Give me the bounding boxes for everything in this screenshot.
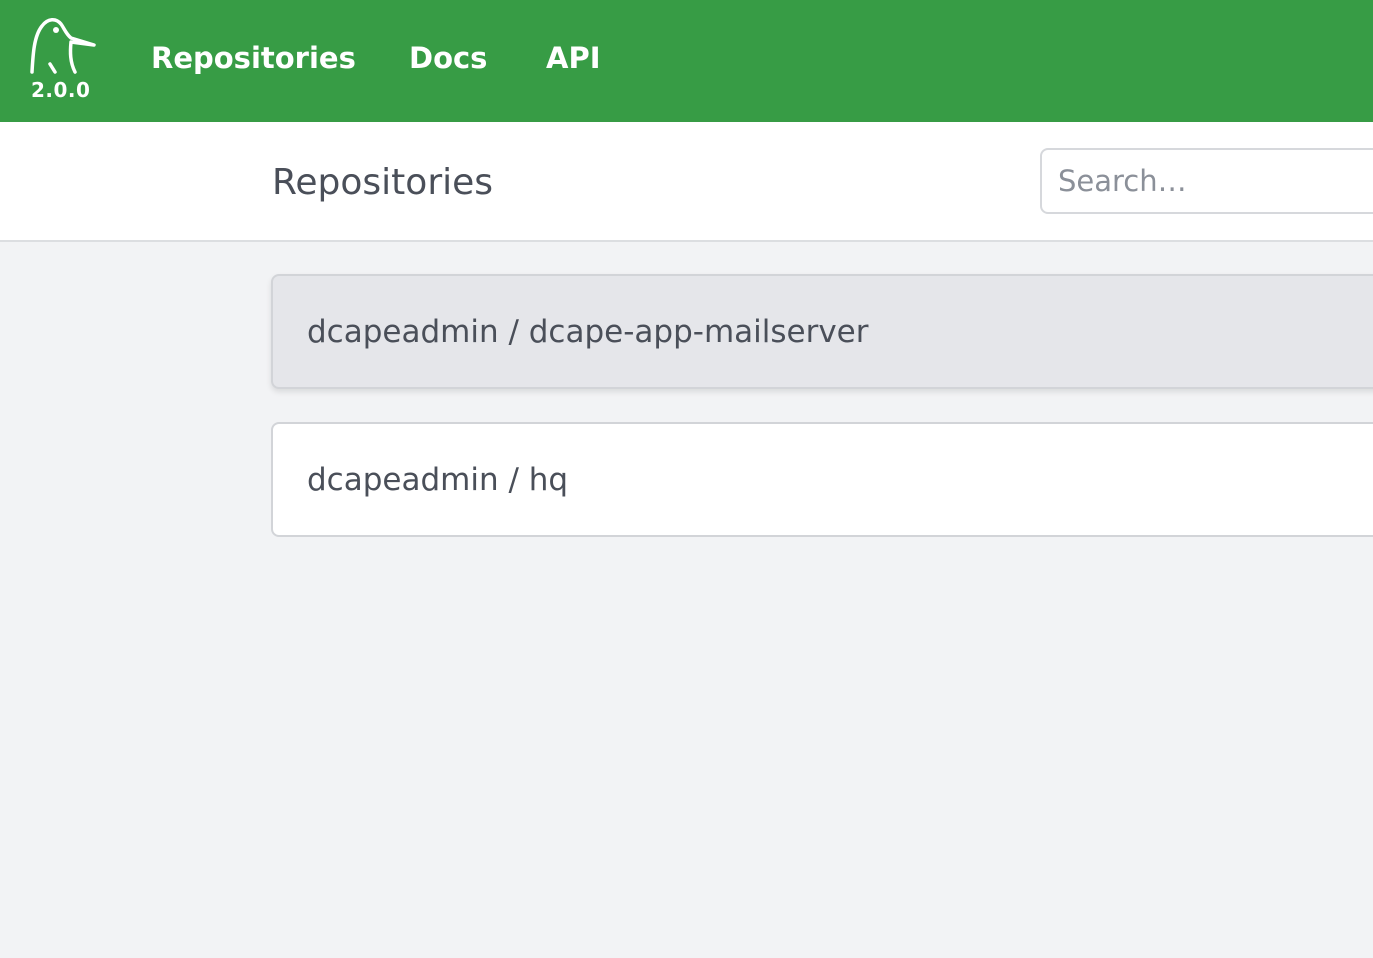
penguin-logo-icon [30, 18, 96, 74]
repo-card-dcape-app-mailserver[interactable]: dcapeadmin / dcape-app-mailserver [271, 274, 1373, 389]
app-version: 2.0.0 [31, 78, 91, 102]
page-header: Repositories [0, 122, 1373, 242]
nav-link-docs[interactable]: Docs [409, 40, 487, 76]
repo-card-hq[interactable]: dcapeadmin / hq [271, 422, 1373, 537]
top-navbar: 2.0.0 Repositories Docs API [0, 0, 1373, 122]
search-input[interactable] [1040, 148, 1373, 214]
nav-link-api[interactable]: API [546, 40, 601, 76]
page-title: Repositories [272, 162, 494, 203]
home-logo-link[interactable]: 2.0.0 [26, 14, 98, 106]
repo-label: dcapeadmin / dcape-app-mailserver [307, 314, 869, 350]
repo-label: dcapeadmin / hq [307, 462, 569, 498]
nav-link-repositories[interactable]: Repositories [151, 40, 356, 76]
